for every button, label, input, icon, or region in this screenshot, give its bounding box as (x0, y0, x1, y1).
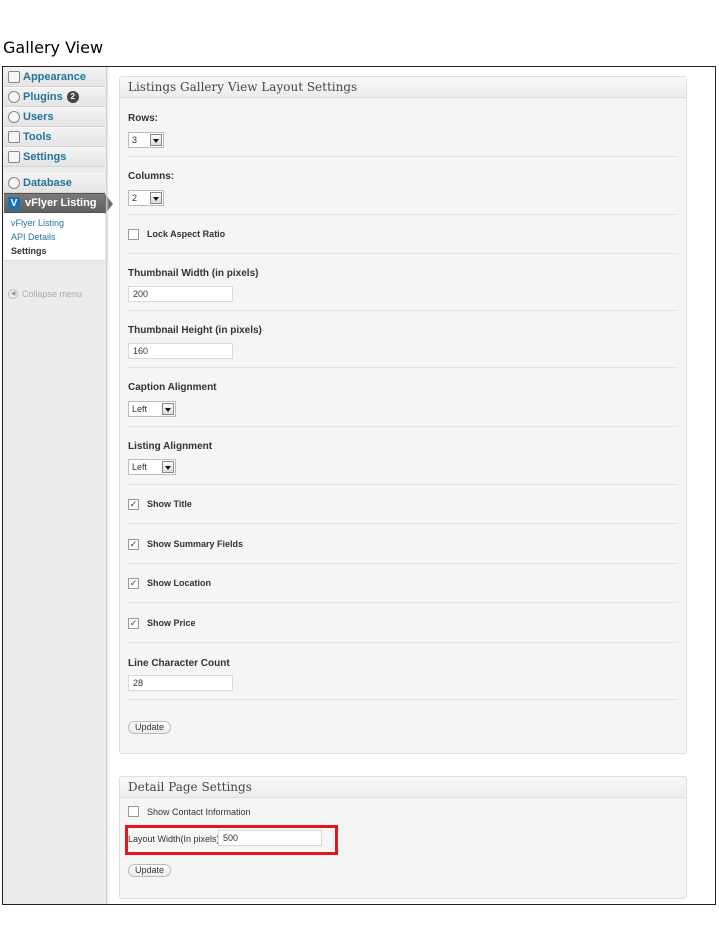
submenu-item-api-details[interactable]: API Details (4, 230, 105, 244)
divider (128, 563, 678, 564)
lock-aspect-label: Lock Aspect Ratio (147, 229, 226, 239)
lock-aspect-checkbox[interactable] (128, 229, 139, 240)
columns-value: 2 (132, 193, 138, 203)
detail-settings-panel: Detail Page Settings Show Contact Inform… (119, 776, 687, 899)
panel-title: Listings Gallery View Layout Settings (120, 77, 686, 98)
sidebar-item-label: Plugins (23, 91, 63, 103)
tools-icon (8, 131, 20, 143)
sidebar-item-vflyer-listing[interactable]: V vFlyer Listing (4, 193, 113, 214)
thumb-height-label: Thumbnail Height (in pixels) (128, 325, 262, 336)
thumb-width-input[interactable]: 200 (128, 286, 233, 302)
divider (128, 214, 678, 215)
sidebar-item-plugins[interactable]: Plugins 2 (4, 87, 105, 107)
admin-screen: Appearance Plugins 2 Users Tools Setting… (2, 66, 716, 905)
thumb-height-input[interactable]: 160 (128, 343, 233, 359)
listing-align-label: Listing Alignment (128, 441, 213, 452)
sidebar-item-label: Settings (23, 151, 67, 163)
sidebar-item-label: Appearance (23, 71, 86, 83)
rows-label: Rows: (128, 113, 158, 124)
rows-select[interactable]: 3 (128, 132, 164, 148)
show-contact-label: Show Contact Information (147, 807, 251, 817)
sidebar-item-label: Users (23, 111, 54, 123)
thumb-width-label: Thumbnail Width (in pixels) (128, 268, 259, 279)
caption-align-value: Left (132, 404, 148, 414)
plugins-icon (8, 91, 20, 103)
divider (128, 367, 678, 368)
show-price-label: Show Price (147, 618, 196, 628)
columns-label: Columns: (128, 171, 175, 182)
database-icon (8, 177, 20, 189)
layout-width-label: Layout Width(In pixels) (128, 834, 220, 844)
collapse-menu-button[interactable]: ◀ Collapse menu (8, 289, 82, 299)
caption-align-select[interactable]: Left (128, 401, 176, 417)
show-location-checkbox[interactable]: ✓ (128, 578, 139, 589)
settings-icon (8, 151, 20, 163)
show-location-label: Show Location (147, 578, 211, 588)
divider (128, 699, 678, 700)
divider (128, 310, 678, 311)
listing-align-select[interactable]: Left (128, 459, 176, 475)
panel-title: Detail Page Settings (120, 777, 686, 798)
show-title-checkbox[interactable]: ✓ (128, 499, 139, 510)
update-button[interactable]: Update (128, 864, 172, 877)
collapse-arrow-icon: ◀ (8, 289, 18, 299)
line-char-count-input[interactable]: 28 (128, 675, 233, 691)
divider (128, 642, 678, 643)
page-title: Gallery View (3, 38, 104, 57)
sidebar-item-appearance[interactable]: Appearance (4, 67, 105, 87)
sidebar-item-database[interactable]: Database (4, 173, 105, 193)
caption-align-label: Caption Alignment (128, 382, 217, 393)
show-summary-label: Show Summary Fields (147, 539, 244, 549)
divider (128, 156, 678, 157)
divider (128, 484, 678, 485)
vflyer-submenu: vFlyer Listing API Details Settings (4, 213, 105, 261)
vflyer-logo-icon: V (8, 196, 20, 210)
sidebar-item-label: vFlyer Listing (25, 197, 97, 209)
line-char-count-label: Line Character Count (128, 658, 230, 669)
gallery-settings-panel: Listings Gallery View Layout Settings Ro… (119, 76, 687, 754)
sidebar-item-label: Database (23, 177, 72, 189)
divider (128, 602, 678, 603)
show-title-label: Show Title (147, 499, 192, 509)
submenu-item-vflyer-listing[interactable]: vFlyer Listing (4, 216, 105, 230)
layout-width-input[interactable]: 500 (218, 830, 322, 846)
listing-align-value: Left (132, 462, 148, 472)
sidebar-item-tools[interactable]: Tools (4, 127, 105, 147)
show-price-checkbox[interactable]: ✓ (128, 618, 139, 629)
appearance-icon (8, 71, 20, 83)
collapse-menu-label: Collapse menu (22, 289, 83, 299)
update-button[interactable]: Update (128, 721, 172, 734)
users-icon (8, 111, 20, 123)
sidebar-item-label: Tools (23, 131, 52, 143)
submenu-item-settings[interactable]: Settings (4, 244, 105, 258)
show-contact-checkbox[interactable] (128, 806, 139, 817)
sidebar-item-users[interactable]: Users (4, 107, 105, 127)
divider (128, 253, 678, 254)
admin-sidebar: Appearance Plugins 2 Users Tools Setting… (3, 67, 113, 904)
chevron-down-icon (162, 403, 174, 415)
chevron-down-icon (162, 461, 174, 473)
show-summary-checkbox[interactable]: ✓ (128, 539, 139, 550)
divider (128, 426, 678, 427)
chevron-down-icon (150, 134, 162, 146)
rows-value: 3 (132, 135, 138, 145)
chevron-down-icon (150, 192, 162, 204)
columns-select[interactable]: 2 (128, 190, 164, 206)
sidebar-item-settings[interactable]: Settings (4, 147, 105, 167)
plugins-update-badge: 2 (66, 91, 79, 103)
divider (128, 523, 678, 524)
